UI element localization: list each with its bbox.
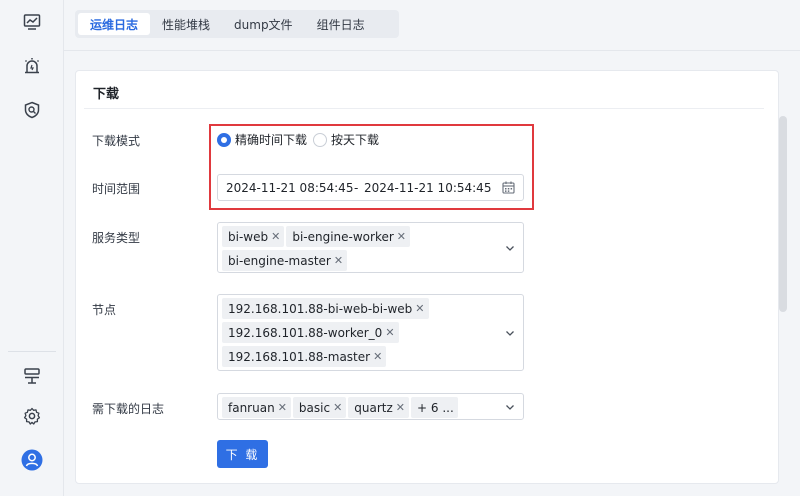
tag-remove-icon[interactable]: ✕ — [271, 230, 280, 243]
logs-label: 需下载的日志 — [92, 402, 165, 416]
tag-text: 192.168.101.88-master — [228, 349, 371, 364]
tab-dump-file[interactable]: dump文件 — [222, 13, 305, 35]
service-type-select[interactable]: bi-web ✕ bi-engine-worker ✕ bi-engine-mast… — [217, 222, 524, 273]
tag-remove-icon[interactable]: ✕ — [415, 302, 424, 315]
tag-text: 192.168.101.88-bi-web-bi-web — [228, 301, 413, 316]
download-card: 下载 下载模式 精确时间下载 按天下载 时间范围 2024-11-21 08:5… — [75, 70, 779, 484]
chevron-down-icon[interactable] — [505, 402, 515, 412]
tab-component-log[interactable]: 组件日志 — [305, 13, 377, 35]
tag-text: fanruan — [228, 400, 275, 415]
tag-remove-icon[interactable]: ✕ — [397, 230, 406, 243]
rail-divider — [8, 351, 56, 352]
tag-remove-icon[interactable]: ✕ — [373, 350, 382, 363]
logs-select[interactable]: fanruan ✕ basic ✕ quartz ✕ + 6 ... — [217, 393, 524, 420]
highlight-box — [209, 124, 534, 210]
tag-node: 192.168.101.88-master ✕ — [222, 346, 387, 367]
tag-log: basic ✕ — [292, 397, 347, 418]
tag-remove-icon[interactable]: ✕ — [278, 401, 287, 414]
left-nav-rail — [0, 0, 64, 496]
tab-ops-log[interactable]: 运维日志 — [78, 13, 151, 35]
card-title: 下载 — [93, 87, 120, 102]
download-button[interactable]: 下 载 — [217, 440, 268, 468]
service-type-label: 服务类型 — [92, 231, 141, 245]
tag-text: bi-engine-master — [228, 253, 331, 268]
tag-service: bi-web ✕ — [222, 226, 285, 247]
app-root: 运维日志 性能堆栈 dump文件 组件日志 下载 下载模式 精确时间下载 按天下… — [0, 0, 800, 496]
time-range-label: 时间范围 — [92, 182, 141, 196]
tag-log: fanruan ✕ — [222, 397, 291, 418]
tag-text: quartz — [354, 400, 393, 415]
tag-service: bi-engine-worker ✕ — [286, 226, 411, 247]
tag-text: bi-engine-worker — [292, 229, 394, 244]
tag-remove-icon[interactable]: ✕ — [396, 401, 405, 414]
tag-remove-icon[interactable]: ✕ — [333, 401, 342, 414]
user-avatar-icon[interactable] — [20, 448, 44, 472]
search-shield-icon[interactable] — [20, 98, 44, 122]
tag-remove-icon[interactable]: ✕ — [385, 326, 394, 339]
node-label: 节点 — [92, 303, 117, 317]
tag-text: 192.168.101.88-worker_0 — [228, 325, 383, 340]
tag-node: 192.168.101.88-worker_0 ✕ — [222, 322, 399, 343]
gear-icon[interactable] — [20, 404, 44, 428]
layout-icon[interactable] — [20, 364, 44, 388]
header-divider — [64, 50, 800, 51]
monitor-chart-icon[interactable] — [20, 10, 44, 34]
chevron-down-icon[interactable] — [505, 243, 515, 253]
tag-text: basic — [298, 400, 331, 415]
node-select[interactable]: 192.168.101.88-bi-web-bi-web ✕ 192.168.10… — [217, 294, 524, 371]
mode-label: 下载模式 — [92, 134, 141, 148]
tag-text: bi-web — [228, 229, 269, 244]
chevron-down-icon[interactable] — [505, 328, 515, 338]
tag-service: bi-engine-master ✕ — [222, 250, 348, 271]
tab-perf-stack[interactable]: 性能堆栈 — [150, 13, 222, 35]
tag-log: quartz ✕ — [348, 397, 410, 418]
log-type-tabs: 运维日志 性能堆栈 dump文件 组件日志 — [75, 10, 399, 38]
alarm-icon[interactable] — [20, 54, 44, 78]
card-title-divider — [84, 108, 764, 109]
tag-node: 192.168.101.88-bi-web-bi-web ✕ — [222, 298, 429, 319]
scrollbar-thumb[interactable] — [779, 116, 787, 312]
tag-remove-icon[interactable]: ✕ — [334, 254, 343, 267]
tag-more-count: + 6 ... — [411, 397, 458, 418]
